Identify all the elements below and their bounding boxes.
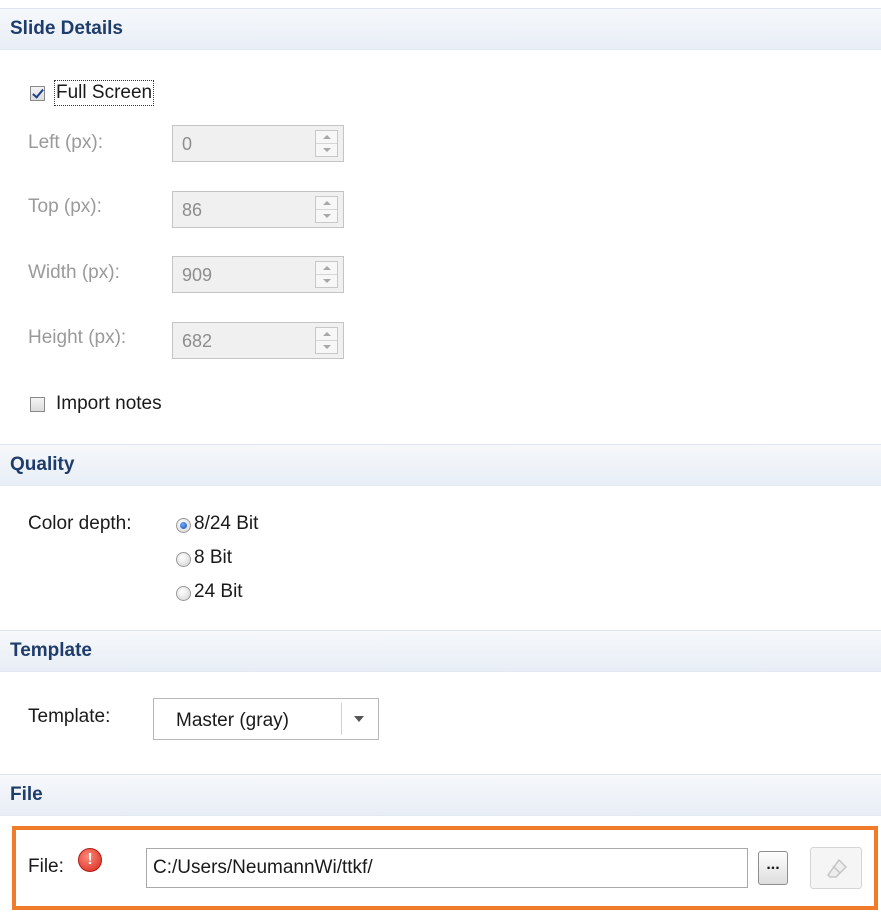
width-spin-buttons[interactable] <box>315 261 338 288</box>
template-dropdown[interactable]: Master (gray) <box>153 698 379 740</box>
radio-8-24-bit[interactable] <box>176 518 191 533</box>
file-path-input[interactable] <box>146 848 748 888</box>
top-spin-buttons[interactable] <box>315 196 338 223</box>
clear-button[interactable] <box>810 847 862 889</box>
radio-24-bit[interactable] <box>176 586 191 601</box>
height-spinner[interactable]: 682 <box>172 322 344 359</box>
spin-up-icon <box>323 135 331 139</box>
file-title: File <box>10 784 43 805</box>
top-value: 86 <box>182 200 203 220</box>
chevron-down-icon[interactable] <box>354 716 364 722</box>
spin-down-icon <box>323 279 331 283</box>
height-value: 682 <box>182 331 213 351</box>
spin-up-icon <box>323 332 331 336</box>
width-spinner[interactable]: 909 <box>172 256 344 293</box>
slide-details-title: Slide Details <box>10 18 123 39</box>
file-label: File: <box>28 856 64 877</box>
top-spinner[interactable]: 86 <box>172 191 344 228</box>
height-label: Height (px): <box>28 327 127 348</box>
import-notes-checkbox[interactable] <box>30 397 45 412</box>
template-label: Template: <box>28 706 111 727</box>
full-screen-checkbox[interactable] <box>30 86 45 101</box>
spin-down-icon <box>323 345 331 349</box>
error-icon: ! <box>78 848 102 872</box>
slide-details-header: Slide Details <box>0 8 881 50</box>
template-title: Template <box>10 640 93 661</box>
file-header: File <box>0 774 881 816</box>
width-value: 909 <box>182 265 213 285</box>
radio-24-bit-label[interactable]: 24 Bit <box>194 581 243 603</box>
spin-up-icon <box>323 266 331 270</box>
top-label: Top (px): <box>28 196 102 217</box>
radio-8-bit-label[interactable]: 8 Bit <box>194 547 232 569</box>
left-value: 0 <box>182 134 193 154</box>
radio-8-24-bit-label[interactable]: 8/24 Bit <box>194 513 258 535</box>
browse-button[interactable]: ... <box>758 851 788 885</box>
eraser-icon <box>827 858 848 878</box>
width-label: Width (px): <box>28 262 120 283</box>
left-spinner[interactable]: 0 <box>172 125 344 162</box>
color-depth-label: Color depth: <box>28 513 132 534</box>
height-spin-buttons[interactable] <box>315 327 338 354</box>
import-notes-label[interactable]: Import notes <box>56 393 162 415</box>
spin-down-icon <box>323 148 331 152</box>
radio-8-bit[interactable] <box>176 552 191 567</box>
quality-title: Quality <box>10 454 75 475</box>
spin-up-icon <box>323 201 331 205</box>
left-label: Left (px): <box>28 132 103 153</box>
left-spin-buttons[interactable] <box>315 130 338 157</box>
full-screen-label[interactable]: Full Screen <box>53 80 155 106</box>
template-dropdown-value: Master (gray) <box>176 710 289 731</box>
spin-down-icon <box>323 214 331 218</box>
quality-header: Quality <box>0 444 881 486</box>
template-header: Template <box>0 630 881 672</box>
